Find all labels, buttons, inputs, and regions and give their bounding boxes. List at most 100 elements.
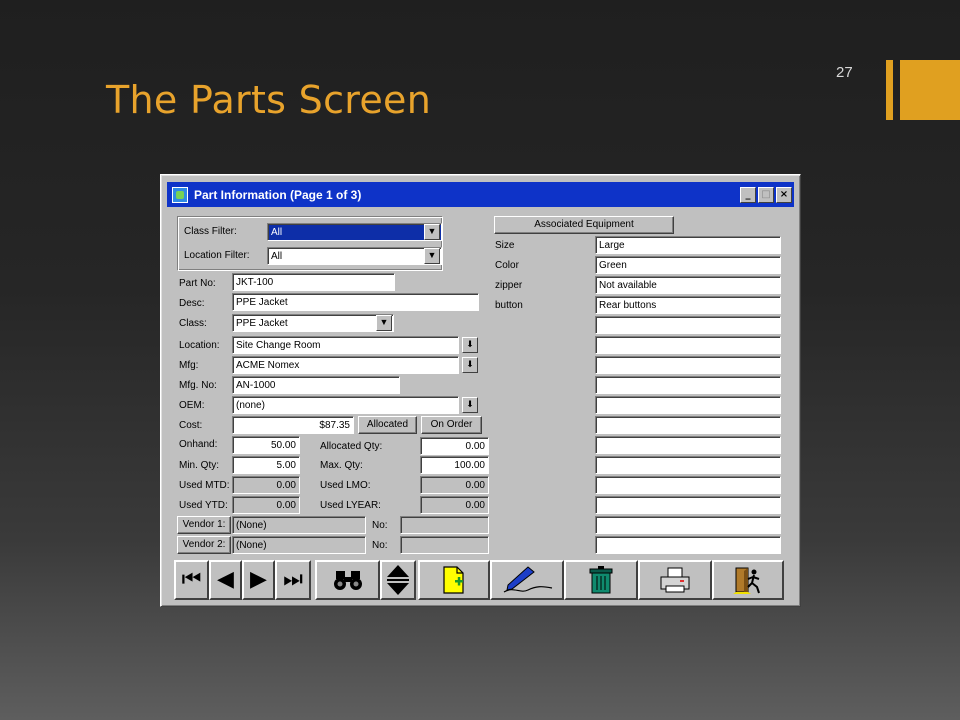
cost-field[interactable]: $87.35 [232, 416, 354, 434]
slide-title: The Parts Screen [106, 78, 432, 122]
window-title: Part Information (Page 1 of 3) [194, 187, 362, 202]
exit-button[interactable] [712, 560, 784, 600]
attribute-value-field[interactable] [595, 516, 781, 534]
attribute-value-field[interactable] [595, 416, 781, 434]
location-label: Location: [179, 340, 220, 351]
arrow-down-icon: ⬇ [466, 339, 474, 349]
accent-bar-thick [900, 60, 960, 120]
used-ytd-field: 0.00 [232, 496, 300, 514]
attribute-value-field[interactable] [595, 456, 781, 474]
chevron-down-icon: ▼ [379, 317, 389, 327]
exit-door-icon [733, 567, 760, 594]
used-mtd-field: 0.00 [232, 476, 300, 494]
desc-label: Desc: [179, 298, 205, 309]
minimize-button[interactable]: _ [740, 186, 756, 203]
oem-field[interactable]: (none) [232, 396, 459, 414]
attribute-value-field[interactable] [595, 476, 781, 494]
delete-button[interactable] [564, 560, 638, 600]
print-button[interactable] [638, 560, 712, 600]
print-icon [660, 567, 690, 593]
new-record-button[interactable] [418, 560, 490, 600]
next-record-icon: ▶ [250, 567, 267, 592]
attribute-name: zipper [495, 280, 523, 291]
used-lyear-label: Used LYEAR: [320, 500, 381, 511]
class-select[interactable]: PPE Jacket [232, 314, 394, 332]
attribute-value-field[interactable]: Rear buttons [595, 296, 781, 314]
accent-bar-thin [886, 60, 893, 120]
new-record-icon [443, 566, 464, 594]
location-filter-select[interactable]: All [267, 247, 442, 265]
oem-lookup-button[interactable]: ⬇ [462, 397, 478, 413]
attribute-value-field[interactable] [595, 356, 781, 374]
used-mtd-label: Used MTD: [179, 480, 230, 491]
vendor-1-button[interactable]: Vendor 1: [177, 516, 231, 534]
attribute-value-field[interactable] [595, 376, 781, 394]
previous-record-button[interactable]: ◀ [209, 560, 242, 600]
scroll-up-down-icon [387, 565, 409, 595]
onhand-field[interactable]: 50.00 [232, 436, 300, 454]
vendor-1-no-label: No: [372, 520, 388, 531]
vendor-2-name-field: (None) [232, 536, 366, 554]
used-lmo-label: Used LMO: [320, 480, 371, 491]
scroll-button[interactable] [380, 560, 416, 600]
first-record-button[interactable]: ⏮ [174, 560, 209, 600]
chevron-down-icon: ▼ [427, 250, 437, 260]
used-lyear-field: 0.00 [420, 496, 489, 514]
location-filter-dropdown-button[interactable]: ▼ [424, 248, 440, 264]
attribute-value-field[interactable] [595, 436, 781, 454]
attribute-value-field[interactable]: Large [595, 236, 781, 254]
mfg-no-field[interactable]: AN-1000 [232, 376, 400, 394]
find-binoculars-icon [333, 571, 362, 590]
desc-field[interactable]: PPE Jacket [232, 293, 479, 311]
class-filter-select[interactable]: All [267, 223, 442, 241]
attribute-name: Size [495, 240, 515, 251]
arrow-down-icon: ⬇ [466, 399, 474, 409]
max-qty-field[interactable]: 100.00 [420, 456, 489, 474]
onhand-label: Onhand: [179, 439, 218, 450]
close-button[interactable]: × [776, 186, 792, 203]
attribute-value-field[interactable] [595, 316, 781, 334]
associated-equipment-button[interactable]: Associated Equipment [494, 216, 674, 234]
app-icon [172, 186, 188, 203]
class-label: Class: [179, 318, 207, 329]
allocated-button[interactable]: Allocated [358, 416, 417, 434]
next-record-button[interactable]: ▶ [242, 560, 275, 600]
class-dropdown-button[interactable]: ▼ [376, 315, 392, 331]
find-button[interactable] [315, 560, 380, 600]
attribute-value-field[interactable] [595, 536, 781, 554]
attribute-value-field[interactable] [595, 496, 781, 514]
part-no-label: Part No: [179, 278, 216, 289]
window-titlebar[interactable]: Part Information (Page 1 of 3) _ □ × [167, 182, 794, 207]
maximize-button[interactable]: □ [758, 186, 774, 203]
class-filter-dropdown-button[interactable]: ▼ [424, 224, 440, 240]
mfg-field[interactable]: ACME Nomex [232, 356, 459, 374]
on-order-button[interactable]: On Order [421, 416, 482, 434]
attribute-value-field[interactable] [595, 336, 781, 354]
location-filter-label: Location Filter: [184, 250, 250, 261]
cost-label: Cost: [179, 420, 203, 431]
arrow-down-icon: ⬇ [466, 359, 474, 369]
last-record-icon: ⏭ [283, 567, 303, 592]
attribute-value-field[interactable]: Not available [595, 276, 781, 294]
min-qty-field[interactable]: 5.00 [232, 456, 300, 474]
location-lookup-button[interactable]: ⬇ [462, 337, 478, 353]
vendor-2-no-label: No: [372, 540, 388, 551]
min-qty-label: Min. Qty: [179, 460, 220, 471]
form-body: Class Filter: All ▼ Location Filter: All… [167, 208, 794, 568]
class-filter-label: Class Filter: [184, 226, 237, 237]
used-ytd-label: Used YTD: [179, 500, 228, 511]
edit-button[interactable] [490, 560, 564, 600]
edit-pen-icon [503, 566, 553, 593]
location-field[interactable]: Site Change Room [232, 336, 459, 354]
vendor-2-button[interactable]: Vendor 2: [177, 536, 231, 554]
mfg-no-label: Mfg. No: [179, 380, 217, 391]
max-qty-label: Max. Qty: [320, 460, 363, 471]
used-lmo-field: 0.00 [420, 476, 489, 494]
last-record-button[interactable]: ⏭ [275, 560, 311, 600]
attribute-value-field[interactable] [595, 396, 781, 414]
part-no-field[interactable]: JKT-100 [232, 273, 395, 291]
allocated-qty-label: Allocated Qty: [320, 441, 383, 452]
mfg-lookup-button[interactable]: ⬇ [462, 357, 478, 373]
attribute-value-field[interactable]: Green [595, 256, 781, 274]
allocated-qty-field[interactable]: 0.00 [420, 437, 489, 455]
